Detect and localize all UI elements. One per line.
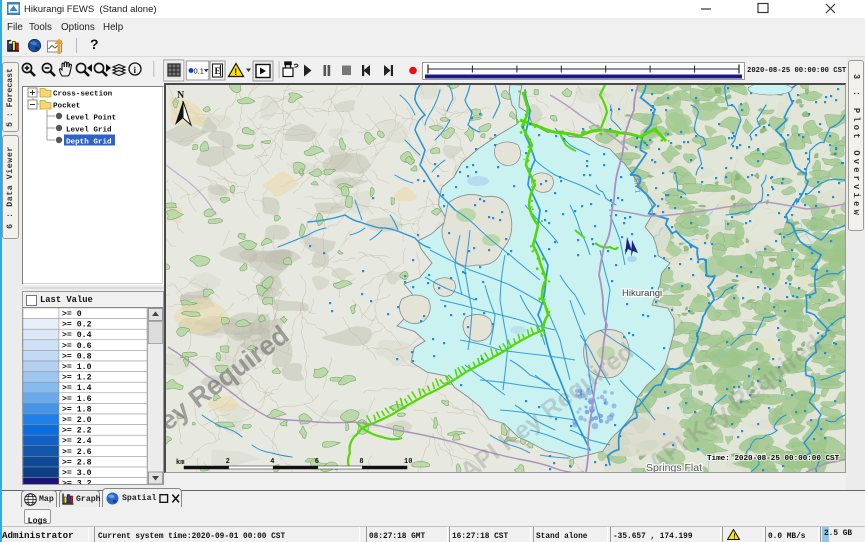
- svg-text:>= 2.6: >= 2.6: [62, 448, 92, 457]
- svg-text:>= 2.2: >= 2.2: [62, 427, 92, 436]
- svg-text:>= 3.2: >= 3.2: [62, 480, 92, 484]
- svg-text:>= 1.6: >= 1.6: [62, 395, 92, 404]
- svg-text:10: 10: [404, 458, 412, 466]
- svg-text:2: 2: [226, 458, 230, 466]
- svg-text:Hikurangi: Hikurangi: [622, 288, 662, 299]
- svg-text:Springs Flat: Springs Flat: [646, 462, 702, 472]
- svg-text:0.1: 0.1: [194, 67, 204, 76]
- svg-text:>= 1.2: >= 1.2: [62, 374, 92, 383]
- svg-text:>= 0.8: >= 0.8: [62, 352, 92, 361]
- svg-text:!: !: [732, 533, 737, 540]
- svg-text:Cross-section: Cross-section: [53, 91, 113, 99]
- svg-text:Level Grid: Level Grid: [66, 127, 112, 135]
- svg-text:E: E: [215, 67, 221, 77]
- svg-text:4: 4: [270, 458, 274, 466]
- svg-text:Time: 2020-08-25 00:00:00 CST: Time: 2020-08-25 00:00:00 CST: [707, 455, 840, 463]
- svg-text:8: 8: [359, 458, 363, 466]
- svg-text:km: km: [176, 459, 184, 467]
- svg-text:N: N: [177, 90, 185, 101]
- svg-text:>= 2.0: >= 2.0: [62, 416, 92, 425]
- svg-text:i: i: [134, 65, 137, 75]
- svg-text:!: !: [234, 67, 237, 77]
- svg-text:>= 0.4: >= 0.4: [62, 331, 92, 340]
- svg-text:>= 2.8: >= 2.8: [62, 458, 92, 467]
- svg-text:>= 1.8: >= 1.8: [62, 405, 92, 414]
- svg-text:>= 0.2: >= 0.2: [62, 321, 92, 330]
- svg-text:Level Point: Level Point: [66, 115, 116, 123]
- svg-text:Pocket: Pocket: [53, 103, 80, 111]
- svg-text:6: 6: [315, 458, 319, 466]
- svg-text:>= 0: >= 0: [62, 310, 82, 319]
- svg-text:>= 1.4: >= 1.4: [62, 384, 92, 393]
- svg-text:>= 3.0: >= 3.0: [62, 469, 92, 478]
- svg-text:>= 0.6: >= 0.6: [62, 342, 92, 351]
- svg-text:>= 1.0: >= 1.0: [62, 363, 92, 372]
- svg-text:Depth Grid: Depth Grid: [66, 139, 112, 147]
- svg-text:>= 2.4: >= 2.4: [62, 437, 92, 446]
